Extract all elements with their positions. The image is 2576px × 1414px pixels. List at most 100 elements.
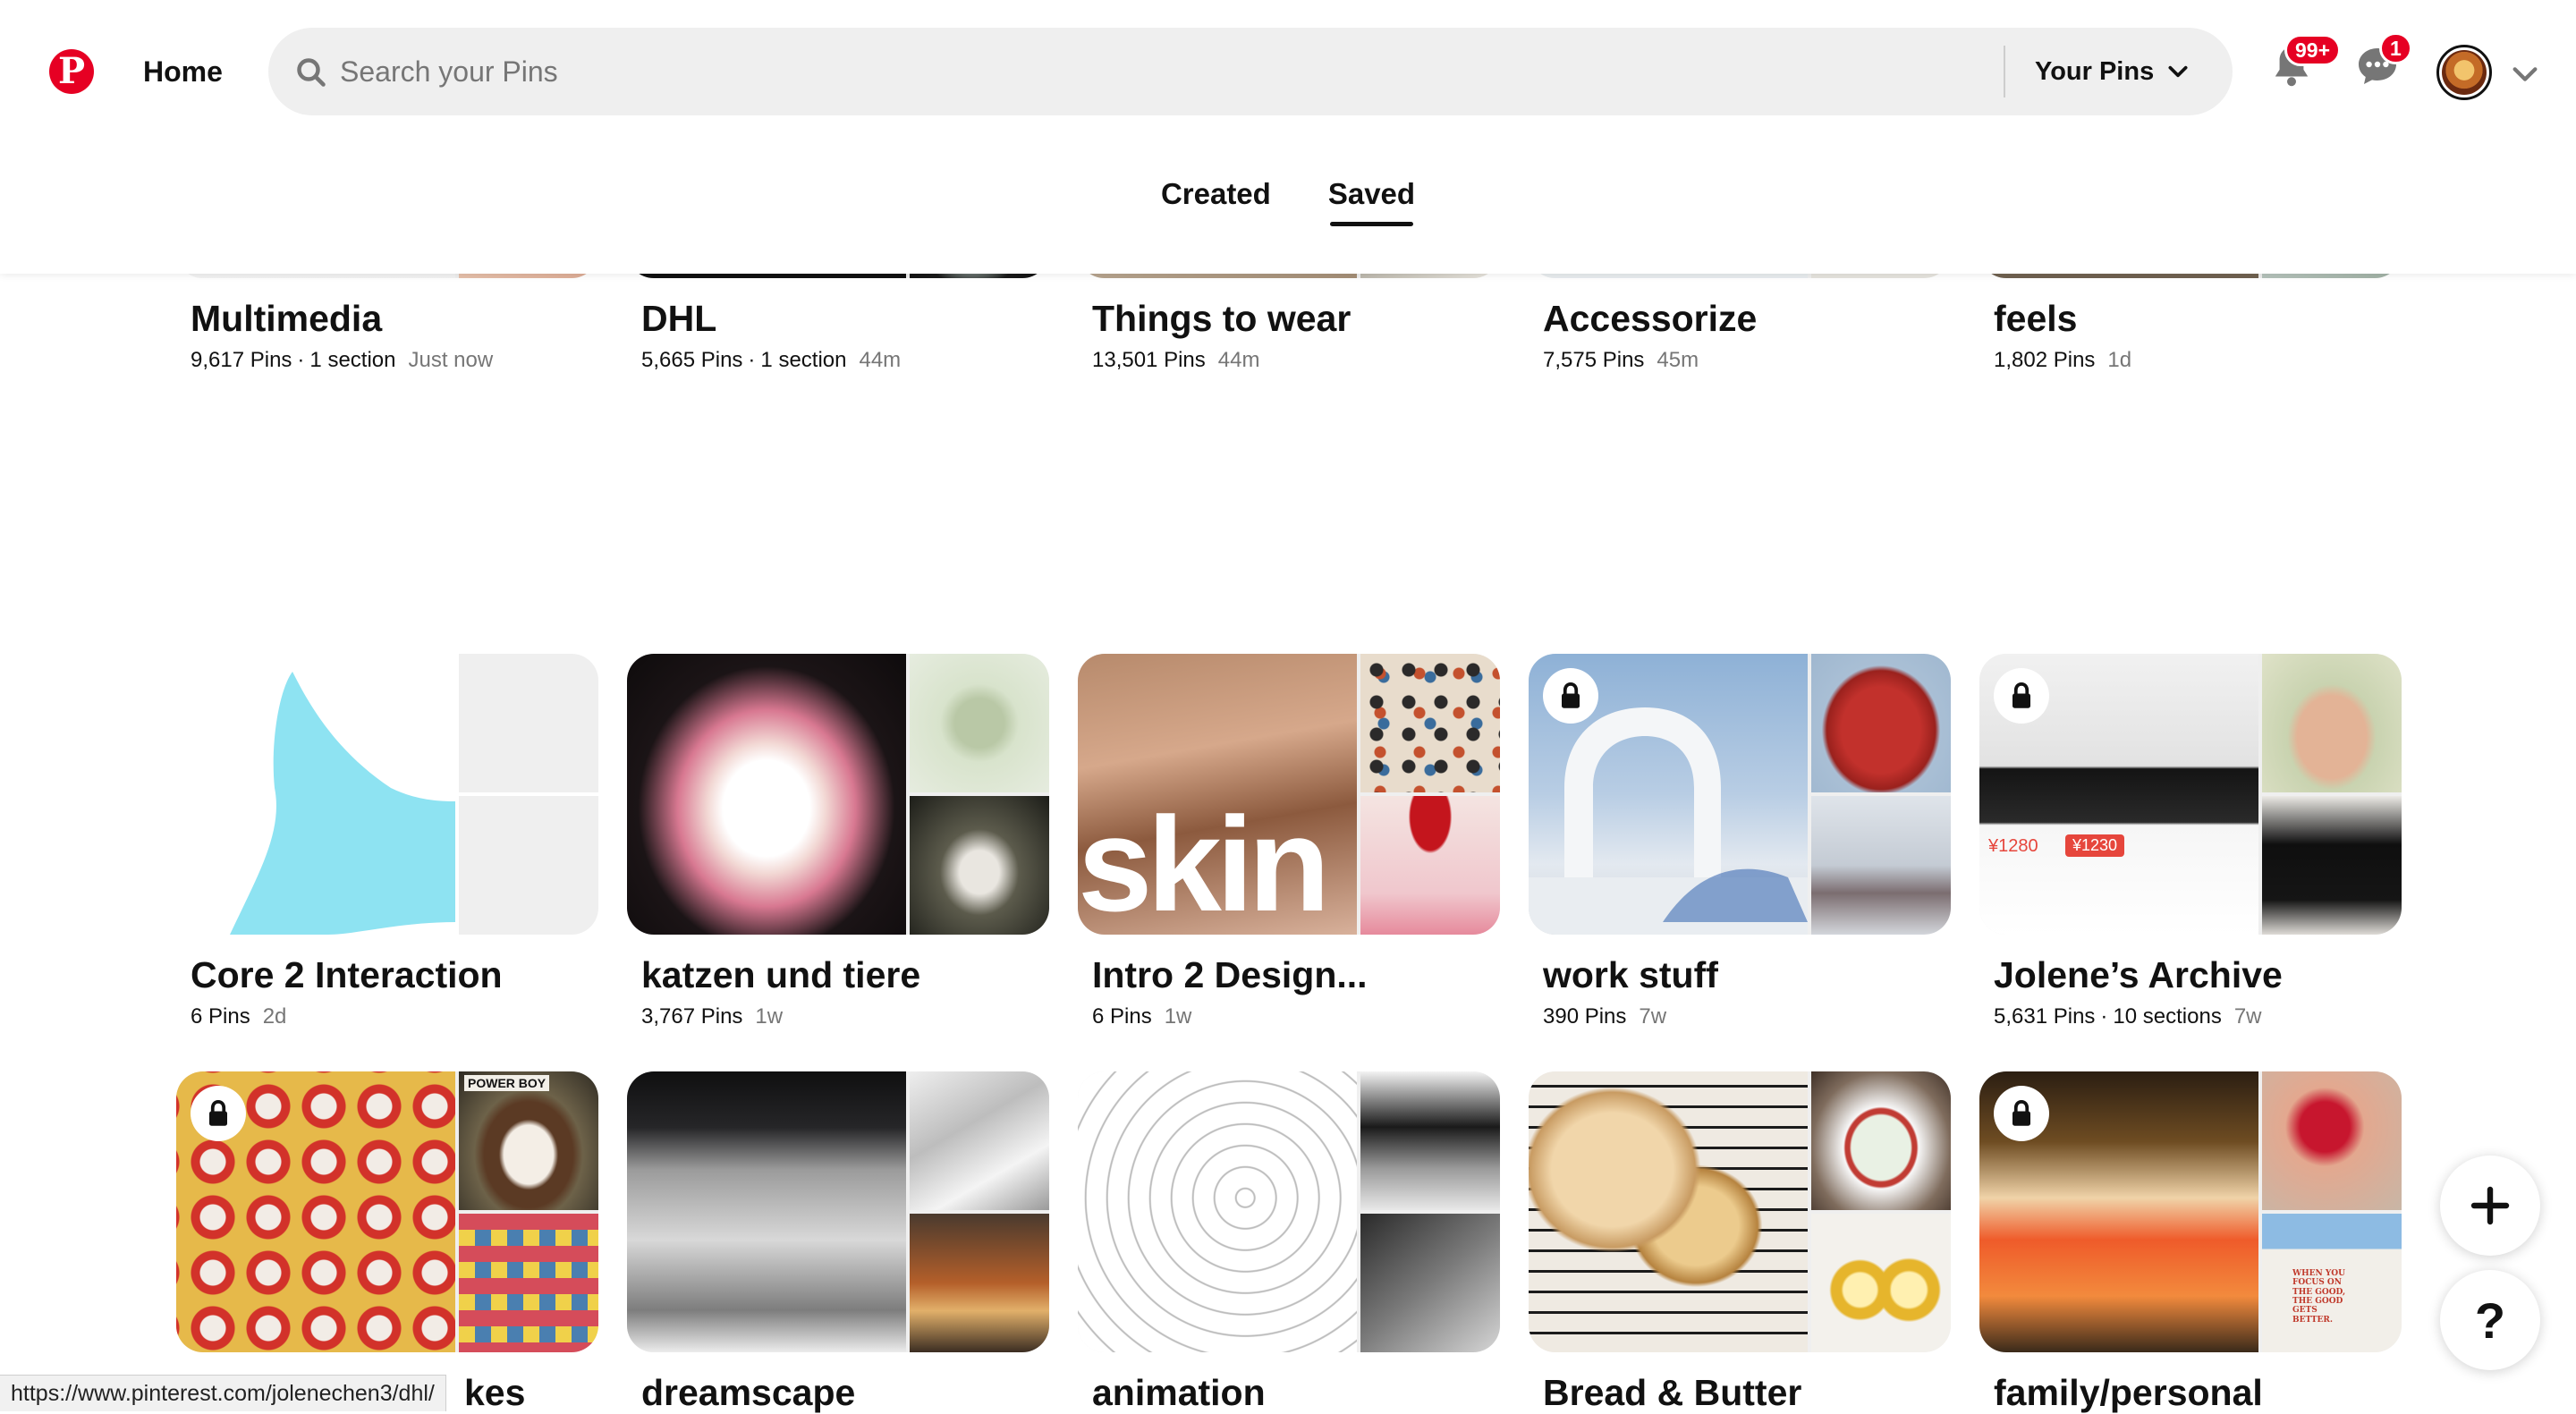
- top-header: P Home Your Pins 99+ 1: [0, 0, 2576, 274]
- board-cover-side-image: [910, 1071, 1049, 1210]
- help-button[interactable]: ?: [2440, 1270, 2540, 1370]
- board-pin-count: 3,767 Pins: [641, 1004, 743, 1029]
- board-cover-side-image: WHEN YOU FOCUS ON THE GOOD, THE GOOD GET…: [2262, 1214, 2402, 1352]
- board-meta: 9,617 Pins · 1 section Just now: [191, 348, 494, 372]
- avatar-image: [2442, 50, 2487, 95]
- board-cover-side-image: [1360, 796, 1500, 935]
- board-updated-time: 2d: [262, 1004, 287, 1029]
- board-updated-time: 7w: [1639, 1004, 1667, 1029]
- board-title: Bread & Butter: [1543, 1372, 1802, 1413]
- board-cover-main-image: [176, 654, 455, 935]
- secret-board-lock-icon: [1994, 1086, 2049, 1141]
- board-cover-side-image: [910, 796, 1049, 935]
- board-section-count: 1 section: [309, 348, 396, 372]
- home-link[interactable]: Home: [125, 36, 241, 107]
- search-scope-label: Your Pins: [2035, 56, 2155, 86]
- board-title: Jolene’s Archive: [1994, 954, 2283, 995]
- board-title: animation: [1092, 1372, 1266, 1413]
- board-cover-side-image: [459, 654, 598, 792]
- board-title: Core 2 Interaction: [191, 954, 503, 995]
- board-updated-time: Just now: [408, 348, 494, 372]
- board-cover-side-image: [1360, 654, 1500, 792]
- wall-sign-text: WHEN YOU FOCUS ON THE GOOD, THE GOOD GET…: [2292, 1269, 2346, 1325]
- board-cover-side-image: [2262, 796, 2402, 935]
- board-pin-count: 1,802 Pins: [1994, 348, 2096, 372]
- board-updated-time: 7w: [2233, 1004, 2262, 1029]
- notifications-button[interactable]: 99+: [2267, 34, 2342, 91]
- board-cover-main-image: skin: [1078, 654, 1357, 935]
- board-cover: [627, 654, 1049, 935]
- board-title: dreamscape: [641, 1372, 856, 1413]
- board-meta: 6 Pins 2d: [191, 1004, 286, 1029]
- notifications-badge: 99+: [2284, 34, 2342, 66]
- messages-badge: 1: [2379, 32, 2412, 64]
- tab-saved[interactable]: Saved: [1328, 170, 1415, 233]
- secret-board-lock-icon: [191, 1086, 246, 1141]
- board-title: DHL: [641, 298, 717, 339]
- board-meta: 3,767 Pins 1w: [641, 1004, 783, 1029]
- board-updated-time: 1d: [2107, 348, 2132, 372]
- board-cover-side-image: [1811, 654, 1951, 792]
- board-section-count: 1 section: [760, 348, 847, 372]
- board-updated-time: 1w: [755, 1004, 784, 1029]
- board-meta: 7,575 Pins 45m: [1543, 348, 1699, 373]
- board-updated-time: 1w: [1164, 1004, 1192, 1029]
- board-pin-count: 9,617 Pins: [191, 348, 292, 372]
- board-pin-count: 5,665 Pins: [641, 348, 743, 372]
- board-cover-side-image: [2262, 654, 2402, 792]
- board-updated-time: 45m: [1657, 348, 1699, 372]
- board-cover-side-image: [1360, 1071, 1500, 1210]
- board-meta: 5,631 Pins · 10 sections 7w: [1994, 1004, 2262, 1029]
- board-cover-side-image: [459, 796, 598, 935]
- board-updated-time: 44m: [1217, 348, 1260, 372]
- board-title: Accessorize: [1543, 298, 1758, 339]
- board-cover-side-image: [1811, 1071, 1951, 1210]
- board-cover-side-image: [459, 1214, 598, 1352]
- board-cover: [627, 1071, 1049, 1352]
- board-updated-time: 44m: [859, 348, 902, 372]
- search-input[interactable]: [340, 28, 1950, 115]
- board-pin-count: 390 Pins: [1543, 1004, 1627, 1029]
- status-bar-url: https://www.pinterest.com/jolenechen3/dh…: [0, 1375, 446, 1411]
- tab-created[interactable]: Created: [1161, 170, 1271, 233]
- board-cover-side-image: [2262, 1071, 2402, 1210]
- messages-button[interactable]: 1: [2352, 32, 2412, 91]
- secret-board-lock-icon: [1543, 668, 1598, 724]
- board-cover-main-image: [1078, 1071, 1357, 1352]
- board-cover-main-image: [627, 654, 906, 935]
- search-scope-dropdown[interactable]: Your Pins: [2035, 28, 2190, 115]
- board-pin-count: 13,501 Pins: [1092, 348, 1206, 372]
- account-chevron-down-icon[interactable]: [2510, 59, 2540, 89]
- search-icon: [297, 58, 326, 87]
- board-title: family/personal: [1994, 1372, 2263, 1413]
- board-pin-count: 6 Pins: [191, 1004, 250, 1029]
- board-cover-side-image: [1811, 1214, 1951, 1352]
- board-title: katzen und tiere: [641, 954, 921, 995]
- board-cover-side-image: [910, 1214, 1049, 1352]
- board-cover: skin: [1078, 654, 1500, 935]
- secret-board-lock-icon: [1994, 668, 2049, 724]
- board-title: work stuff: [1543, 954, 1718, 995]
- board-title: feels: [1994, 298, 2078, 339]
- board-meta: 5,665 Pins · 1 section 44m: [641, 348, 902, 372]
- board-title: Multimedia: [191, 298, 383, 339]
- create-button[interactable]: [2440, 1156, 2540, 1256]
- board-meta: 6 Pins 1w: [1092, 1004, 1191, 1029]
- board-cover-side-image: [910, 654, 1049, 792]
- board-cover-main-image: [627, 1071, 906, 1352]
- pinterest-logo[interactable]: P: [49, 49, 94, 94]
- board-pin-count: 6 Pins: [1092, 1004, 1152, 1029]
- board-pin-count: 5,631 Pins: [1994, 1004, 2096, 1029]
- profile-tabs: Created Saved: [0, 170, 2576, 241]
- profile-avatar[interactable]: [2436, 45, 2492, 100]
- board-title: Things to wear: [1092, 298, 1352, 339]
- board-meta: 1,802 Pins 1d: [1994, 348, 2131, 373]
- plus-icon: [2470, 1186, 2510, 1225]
- board-meta: 390 Pins 7w: [1543, 1004, 1666, 1029]
- archive-price-original: ¥1280: [1988, 836, 2038, 856]
- search-bar: Your Pins: [268, 28, 2233, 115]
- archive-price-sale: ¥1230: [2065, 834, 2125, 857]
- board-title: kes: [464, 1372, 526, 1413]
- logo-letter: P: [57, 50, 86, 92]
- board-meta: 13,501 Pins 44m: [1092, 348, 1259, 373]
